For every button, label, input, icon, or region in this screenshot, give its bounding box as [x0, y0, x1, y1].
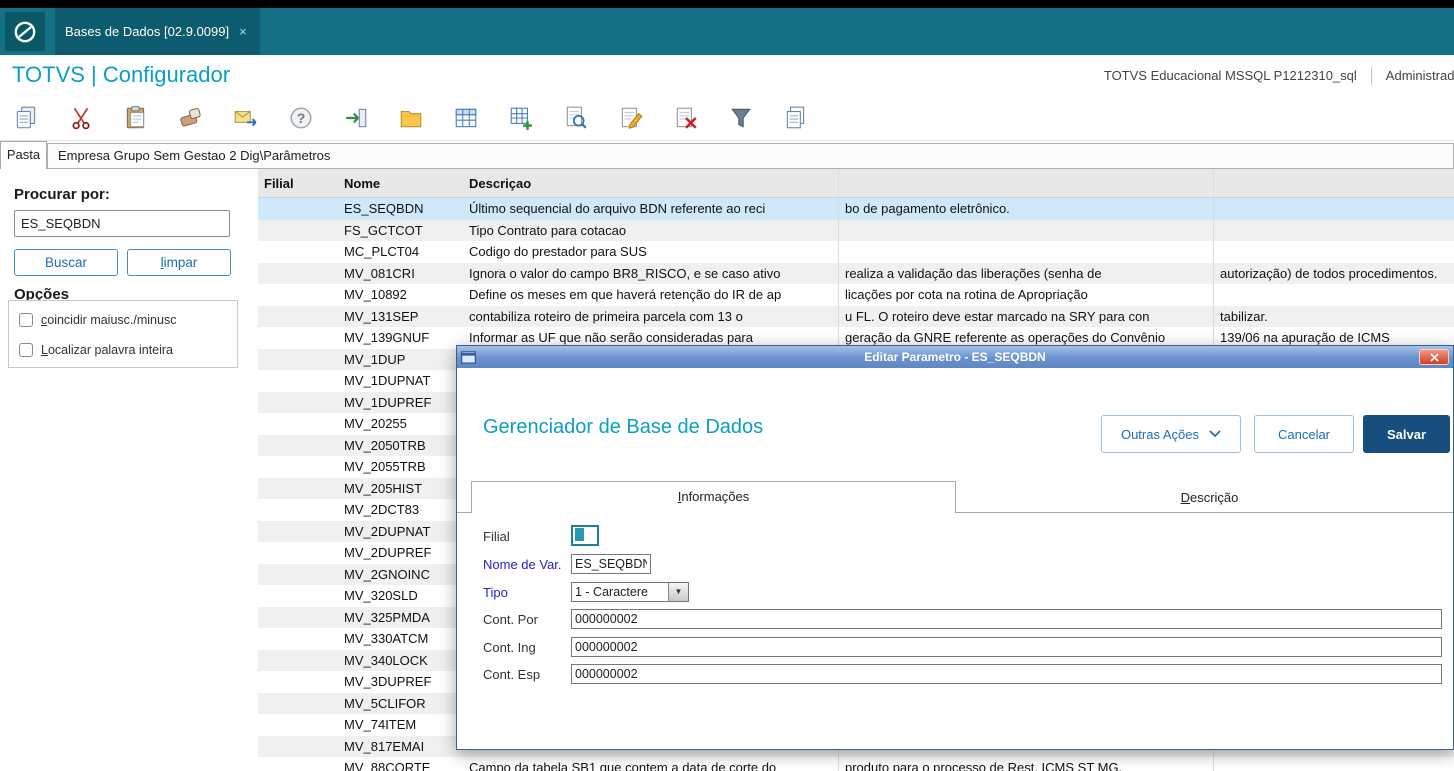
table-row[interactable]: MV_10892 Define os meses em que haverá r… — [258, 284, 1454, 306]
nome-var-input[interactable] — [571, 554, 651, 574]
delete-doc-icon[interactable] — [672, 104, 700, 132]
dialog-titlebar[interactable]: Editar Parametro - ES_SEQBDN — [457, 346, 1453, 368]
col-desc-cont — [838, 169, 1213, 198]
paste-icon[interactable] — [122, 104, 150, 132]
dialog-tabs: Informações Descrição — [457, 481, 1453, 513]
window-tab[interactable]: Bases de Dados [02.9.0099] × — [55, 8, 260, 55]
table-row[interactable]: MV_081CRI Ignora o valor do campo BR8_RI… — [258, 262, 1454, 284]
tipo-value[interactable] — [572, 583, 668, 601]
table-row[interactable]: MV_131SEP contabiliza roteiro de primeir… — [258, 305, 1454, 327]
os-top-strip — [0, 0, 1454, 8]
cont-esp-input[interactable] — [571, 664, 1442, 684]
search-doc-icon[interactable] — [562, 104, 590, 132]
col-descricao: Descriçao — [469, 176, 532, 191]
salvar-button[interactable]: Salvar — [1363, 415, 1450, 453]
filial-label: Filial — [483, 529, 510, 544]
environment-info: TOTVS Educacional MSSQL P1212310_sql Adm… — [1104, 55, 1454, 96]
col-filial: Filial — [264, 176, 294, 191]
send-mail-icon[interactable] — [232, 104, 260, 132]
search-input[interactable] — [14, 210, 230, 237]
col-desc-cont2 — [1213, 169, 1454, 198]
dialog-body: Gerenciador de Base de Dados Outras Açõe… — [457, 368, 1453, 750]
cont-ing-input[interactable] — [571, 637, 1442, 657]
options-group: coincidir maiusc./minusc Localizar palav… — [8, 300, 238, 368]
tipo-combobox[interactable]: ▼ — [571, 582, 689, 602]
folder-icon[interactable] — [397, 104, 425, 132]
table-add-icon[interactable] — [507, 104, 535, 132]
checkbox-icon[interactable] — [19, 343, 33, 357]
help-icon[interactable]: ? — [287, 104, 315, 132]
tab-close-icon[interactable]: × — [239, 24, 247, 39]
search-label: Procurar por: — [14, 186, 110, 203]
breadcrumb: Empresa Grupo Sem Gestao 2 Dig\Parâmetro… — [47, 143, 1454, 169]
divider — [1370, 66, 1372, 85]
edit-icon[interactable] — [617, 104, 645, 132]
app-title: TOTVS | Configurador — [12, 62, 231, 87]
table-row[interactable]: ES_SEQBDN Último sequencial do arquivo B… — [258, 198, 1454, 220]
window-icon — [461, 350, 476, 364]
outras-acoes-label: Outras Ações — [1120, 426, 1200, 442]
toolbar-icons: ? — [0, 96, 1454, 141]
app-header: TOTVS | Configurador TOTVS Educacional M… — [0, 55, 1454, 96]
titlebar: Bases de Dados [02.9.0099] × — [0, 8, 1454, 55]
pasta-bar: Pasta Empresa Grupo Sem Gestao 2 Dig\Par… — [0, 141, 1454, 169]
option-case-sensitive[interactable]: coincidir maiusc./minusc — [19, 308, 237, 332]
totvs-logo-icon — [5, 12, 45, 51]
eraser-icon[interactable] — [177, 104, 205, 132]
cont-ing-label: Cont. Ing — [483, 640, 536, 655]
svg-text:?: ? — [297, 110, 306, 126]
table-icon[interactable] — [452, 104, 480, 132]
tab-descricao[interactable]: Descrição — [964, 484, 1454, 512]
tab-informacoes[interactable]: Informações — [471, 481, 956, 513]
col-nome: Nome — [344, 176, 381, 191]
checkbox-icon[interactable] — [19, 313, 33, 327]
dialog-title: Editar Parametro - ES_SEQBDN — [864, 350, 1046, 364]
limpar-button[interactable]: limpar — [127, 249, 231, 276]
cont-por-label: Cont. Por — [483, 612, 538, 627]
table-header: Filial Nome Descriçao — [258, 169, 1454, 198]
combo-dropdown-icon[interactable]: ▼ — [668, 583, 688, 601]
filial-input[interactable] — [571, 525, 599, 546]
outras-acoes-button[interactable]: Outras Ações — [1101, 415, 1241, 453]
copy-pages-icon[interactable] — [782, 104, 810, 132]
cont-esp-label: Cont. Esp — [483, 667, 541, 682]
cut-icon[interactable] — [67, 104, 95, 132]
nome-var-label: Nome de Var. — [483, 557, 562, 572]
tab-pasta[interactable]: Pasta — [0, 141, 47, 169]
table-row[interactable]: MC_PLCT04 Codigo do prestador para SUS — [258, 241, 1454, 263]
filter-icon[interactable] — [727, 104, 755, 132]
environment-label: TOTVS Educacional MSSQL P1212310_sql — [1103, 68, 1357, 83]
exit-icon[interactable] — [342, 104, 370, 132]
option-label: coincidir maiusc./minusc — [41, 313, 177, 327]
buscar-button[interactable]: Buscar — [14, 249, 118, 276]
user-label: Administrador — [1385, 68, 1454, 83]
text-cursor-icon — [575, 528, 584, 541]
window-tab-title: Bases de Dados [02.9.0099] — [65, 24, 230, 39]
option-whole-word[interactable]: Localizar palavra inteira — [19, 338, 237, 362]
copy-icon[interactable] — [12, 104, 40, 132]
screen: Bases de Dados [02.9.0099] × TOTVS | Con… — [0, 0, 1454, 771]
edit-parameter-dialog: Editar Parametro - ES_SEQBDN Gerenciador… — [456, 345, 1454, 750]
dialog-heading: Gerenciador de Base de Dados — [483, 416, 764, 438]
dialog-close-button[interactable] — [1419, 349, 1449, 365]
search-panel: Procurar por: Buscar limpar Opções coinc… — [0, 169, 258, 771]
table-row[interactable]: MV_88CORTE Campo da tabela SB1 que conte… — [258, 757, 1454, 771]
cancelar-button[interactable]: Cancelar — [1254, 415, 1354, 453]
tipo-label: Tipo — [483, 585, 508, 600]
table-row[interactable]: FS_GCTCOT Tipo Contrato para cotacao — [258, 219, 1454, 241]
cont-por-input[interactable] — [571, 609, 1442, 629]
chevron-down-icon — [1209, 430, 1221, 438]
option-label: Localizar palavra inteira — [41, 343, 174, 357]
